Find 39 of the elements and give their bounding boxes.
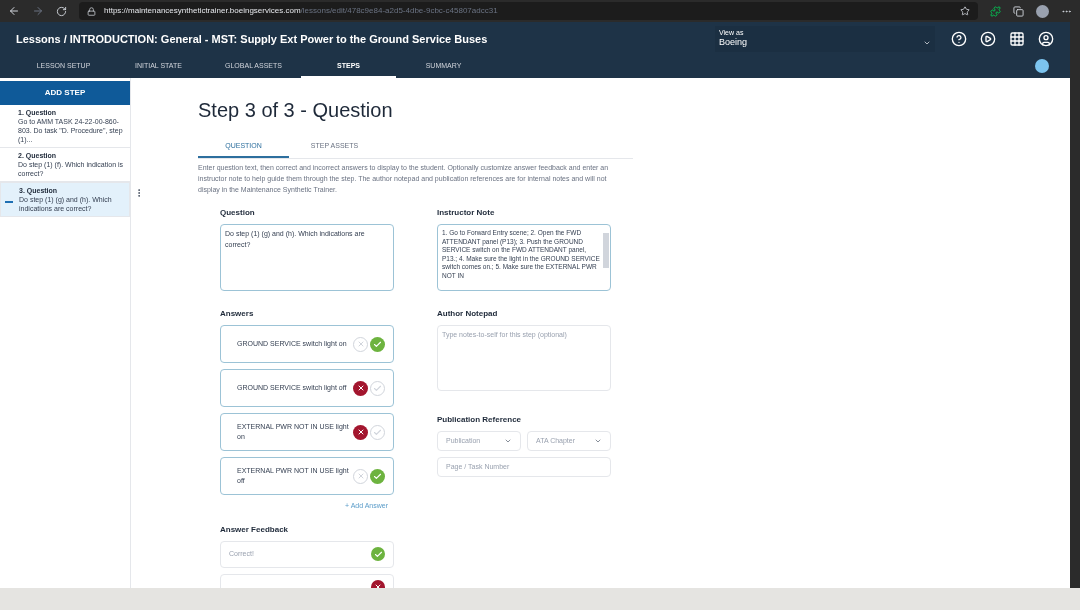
page-heading: Step 3 of 3 - Question — [198, 98, 394, 123]
lesson-title: Lessons / INTRODUCTION: General - MST: Supply Ext Power to the Ground Service Buses — [16, 31, 488, 47]
field-label: Instructor Note — [437, 207, 496, 219]
dropdown-icon — [594, 437, 602, 445]
incorrect-toggle-active[interactable] — [353, 424, 368, 440]
profile-avatar[interactable] — [1036, 4, 1049, 18]
user-avatar[interactable] — [1035, 59, 1049, 73]
check-icon — [373, 339, 382, 349]
field-label: Question — [220, 207, 256, 219]
check-icon — [373, 427, 382, 437]
account-icon[interactable] — [1038, 31, 1054, 47]
apps-grid-icon[interactable] — [1009, 31, 1025, 47]
favorite-icon[interactable] — [960, 6, 970, 16]
x-icon — [356, 428, 365, 436]
scrollbar[interactable] — [603, 233, 609, 268]
correct-toggle-active[interactable] — [370, 468, 385, 484]
url-text: https://maintenancesynthetictrainer.boeingservices.com/lessons/edit/478c9e84-a2d5-4dbe-9cbc-c45807adcc31 — [104, 5, 498, 17]
add-step-button[interactable]: ADD STEP — [0, 81, 130, 105]
refresh-icon[interactable] — [56, 5, 67, 17]
correct-toggle-active[interactable] — [370, 336, 385, 352]
play-icon[interactable] — [980, 31, 996, 47]
extension-icon[interactable] — [990, 5, 1001, 17]
help-icon[interactable] — [951, 31, 967, 47]
collections-icon[interactable] — [1013, 5, 1024, 17]
incorrect-toggle-active[interactable] — [353, 380, 368, 396]
lock-icon — [87, 6, 96, 16]
field-label: Answer Feedback — [220, 523, 290, 536]
address-bar[interactable]: https://maintenancesynthetictrainer.boeingservices.com/lessons/edit/478c9e84-a2d5-4dbe-9cbc-c45807adcc31 — [79, 2, 978, 20]
x-icon — [356, 472, 365, 480]
check-icon — [373, 471, 382, 481]
selected-marker — [5, 201, 13, 203]
check-icon — [373, 383, 382, 393]
x-icon — [356, 340, 365, 348]
field-label: Publication Reference — [437, 414, 523, 426]
field-label: Answers — [220, 308, 255, 320]
back-icon[interactable] — [8, 5, 20, 17]
dropdown-icon — [504, 437, 512, 445]
field-label: Author Notepad — [437, 308, 499, 320]
x-icon — [356, 384, 365, 392]
